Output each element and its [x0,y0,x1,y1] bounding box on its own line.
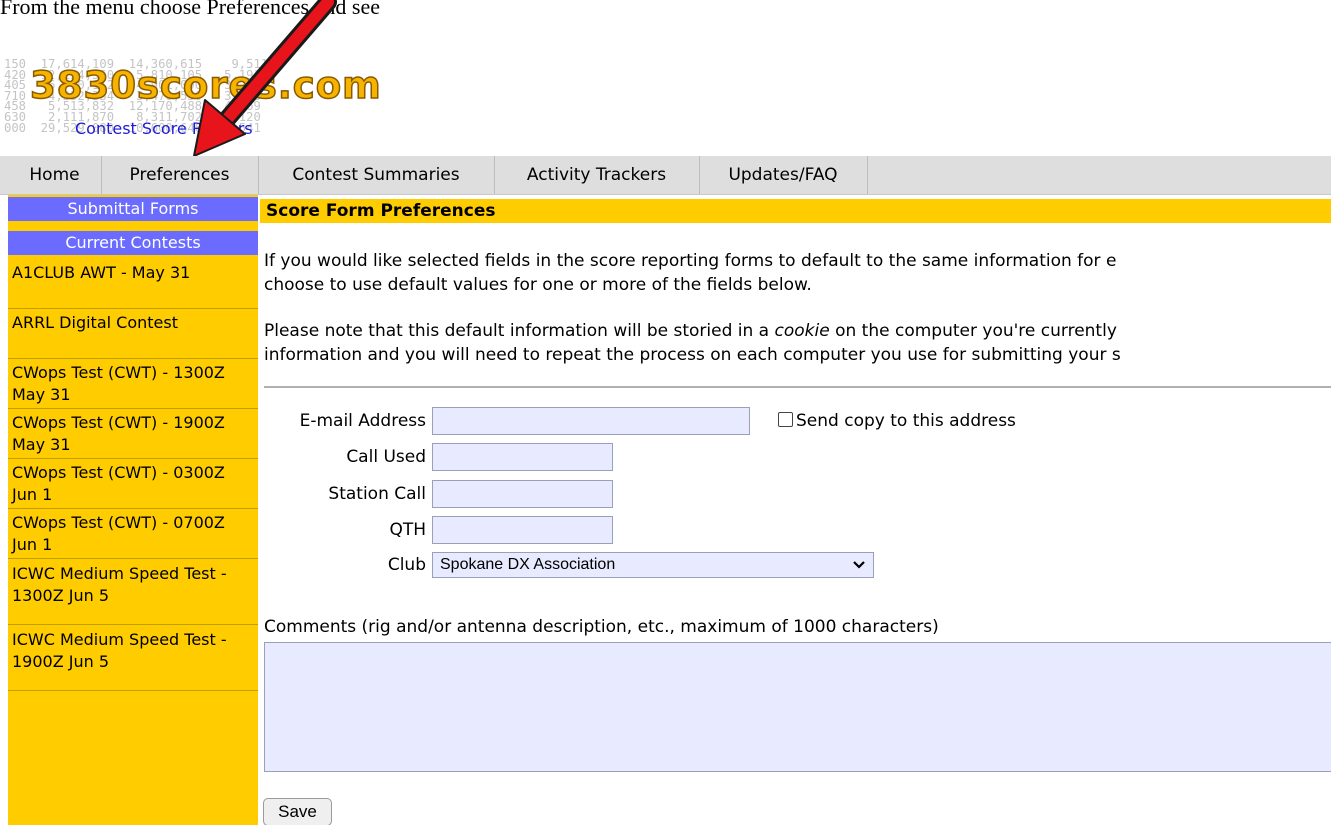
contest-link-cwt-0700z[interactable]: CWops Test (CWT) - 0700Z Jun 1 [8,509,258,559]
contest-link-cwt-0300z[interactable]: CWops Test (CWT) - 0300Z Jun 1 [8,459,258,509]
call-used-label: Call Used [346,447,426,467]
send-copy-option[interactable]: Send copy to this address [778,407,1016,435]
nav-contest-summaries[interactable]: Contest Summaries [258,156,495,194]
submittal-forms-header: Submittal Forms [8,197,258,221]
contest-link-a1club-awt[interactable]: A1CLUB AWT - May 31 [8,259,258,309]
comments-textarea[interactable] [264,642,1331,772]
section-title: Score Form Preferences [260,199,1331,223]
divider [264,386,1331,388]
contest-link-cwt-1900z[interactable]: CWops Test (CWT) - 1900Z May 31 [8,409,258,459]
cookie-note-line-2: information and you will need to repeat … [264,345,1121,365]
qth-input[interactable] [432,516,613,544]
nav-activity-trackers[interactable]: Activity Trackers [494,156,700,194]
club-selected-value: Spokane DX Association [440,556,616,573]
send-copy-checkbox[interactable] [778,412,793,427]
cookie-word: cookie [774,321,830,341]
main-content: Score Form Preferences If you would like… [258,195,1331,825]
current-contests-header: Current Contests [8,231,258,255]
club-select[interactable]: Spokane DX Association [432,552,874,578]
sidebar: Submittal Forms Current Contests A1CLUB … [8,195,258,825]
email-input[interactable] [432,407,750,435]
cookie-note-paragraph: Please note that this default informatio… [264,319,1331,367]
cookie-note-line-1: Please note that this default informatio… [264,319,1331,343]
comments-label: Comments (rig and/or antenna description… [264,617,939,637]
station-call-input[interactable] [432,480,613,508]
qth-label: QTH [389,520,426,540]
station-call-label: Station Call [328,484,426,504]
cookie-note-text-a: Please note that this default informatio… [264,321,775,341]
cookie-note-text-b: on the computer you're currently [829,321,1117,341]
contest-link-icwc-1300z[interactable]: ICWC Medium Speed Test - 1300Z Jun 5 [8,559,258,625]
send-copy-label: Send copy to this address [796,411,1016,431]
main-nav: Home Preferences Contest Summaries Activ… [0,156,1331,195]
email-label: E-mail Address [299,411,426,431]
contest-link-cwt-1300z[interactable]: CWops Test (CWT) - 1300Z May 31 [8,359,258,409]
intro-line-2: choose to use default values for one or … [264,275,812,295]
intro-line-1: If you would like selected fields in the… [264,251,1117,271]
club-label: Club [387,555,426,575]
red-arrow-annotation [193,0,337,157]
nav-updates-faq[interactable]: Updates/FAQ [699,156,868,194]
chevron-down-icon [853,561,865,569]
nav-home[interactable]: Home [8,156,102,194]
nav-preferences[interactable]: Preferences [101,156,259,194]
save-button[interactable]: Save [263,798,332,825]
contest-link-arrl-digital[interactable]: ARRL Digital Contest [8,309,258,359]
call-used-input[interactable] [432,443,613,471]
contest-list: A1CLUB AWT - May 31 ARRL Digital Contest… [8,259,258,691]
intro-paragraph: If you would like selected fields in the… [264,249,1331,297]
contest-link-icwc-1900z[interactable]: ICWC Medium Speed Test - 1900Z Jun 5 [8,625,258,691]
